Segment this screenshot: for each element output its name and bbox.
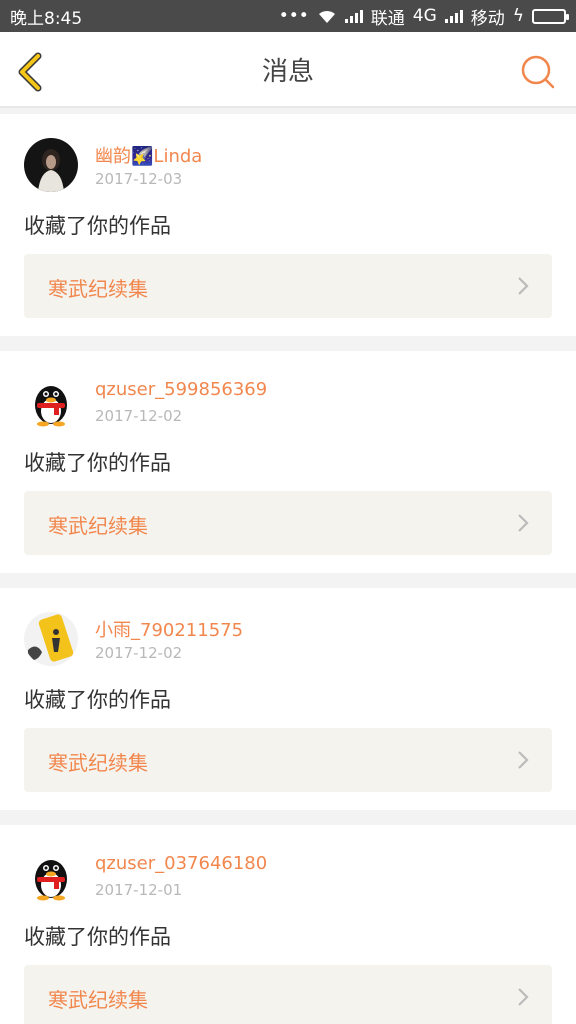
message-list: 幽韵🌠Linda 2017-12-03 收藏了你的作品 寒武纪续集 qzuser… bbox=[0, 114, 576, 1024]
status-time: 晚上8:45 bbox=[10, 8, 83, 29]
back-button[interactable] bbox=[14, 52, 48, 92]
message-date: 2017-12-01 bbox=[95, 881, 183, 899]
message-text: 收藏了你的作品 bbox=[24, 688, 171, 712]
message-text: 收藏了你的作品 bbox=[24, 451, 171, 475]
message-card: qzuser_037646180 2017-12-01 收藏了你的作品 寒武纪续… bbox=[0, 825, 576, 1024]
work-link[interactable]: 寒武纪续集 bbox=[24, 491, 552, 555]
work-title: 寒武纪续集 bbox=[48, 988, 148, 1012]
page-title: 消息 bbox=[261, 56, 314, 87]
username[interactable]: 小雨_790211575 bbox=[95, 616, 243, 642]
signal-icon bbox=[344, 9, 363, 23]
message-card: 小雨_790211575 2017-12-02 收藏了你的作品 寒武纪续集 bbox=[0, 588, 576, 810]
search-icon bbox=[521, 55, 555, 89]
status-bar: 晚上8:45 ••• 联通 4G 移动 ϟ bbox=[0, 0, 576, 32]
message-text: 收藏了你的作品 bbox=[24, 925, 171, 949]
work-link[interactable]: 寒武纪续集 bbox=[24, 728, 552, 792]
work-link[interactable]: 寒武纪续集 bbox=[24, 965, 552, 1024]
message-card: 幽韵🌠Linda 2017-12-03 收藏了你的作品 寒武纪续集 bbox=[0, 114, 576, 336]
more-dots-icon: ••• bbox=[278, 6, 309, 26]
chevron-right-icon bbox=[518, 514, 529, 532]
qq-penguin-icon bbox=[24, 849, 78, 903]
avatar[interactable] bbox=[24, 612, 78, 666]
avatar[interactable] bbox=[24, 138, 78, 192]
username[interactable]: 幽韵🌠Linda bbox=[95, 142, 202, 168]
photo-avatar-icon bbox=[24, 138, 78, 192]
chevron-right-icon bbox=[518, 751, 529, 769]
chevron-right-icon bbox=[518, 988, 529, 1006]
work-title: 寒武纪续集 bbox=[48, 514, 148, 538]
message-card: qzuser_599856369 2017-12-02 收藏了你的作品 寒武纪续… bbox=[0, 351, 576, 573]
chevron-left-icon bbox=[18, 52, 42, 92]
photo-avatar-icon bbox=[24, 612, 78, 666]
signal-icon bbox=[444, 9, 463, 23]
avatar[interactable] bbox=[24, 849, 78, 903]
wifi-icon bbox=[318, 10, 335, 23]
work-link[interactable]: 寒武纪续集 bbox=[24, 254, 552, 318]
charging-icon: ϟ bbox=[512, 6, 524, 26]
qq-penguin-icon bbox=[24, 375, 78, 429]
message-date: 2017-12-03 bbox=[95, 170, 183, 188]
avatar[interactable] bbox=[24, 375, 78, 429]
username[interactable]: qzuser_037646180 bbox=[95, 853, 267, 874]
work-title: 寒武纪续集 bbox=[48, 751, 148, 775]
search-button[interactable] bbox=[520, 54, 556, 90]
carrier-2: 移动 bbox=[470, 8, 505, 29]
network-type: 4G bbox=[412, 6, 437, 26]
status-icons: ••• 联通 4G 移动 ϟ bbox=[278, 4, 569, 29]
chevron-right-icon bbox=[518, 277, 529, 295]
username[interactable]: qzuser_599856369 bbox=[95, 379, 267, 400]
message-date: 2017-12-02 bbox=[95, 407, 183, 425]
message-date: 2017-12-02 bbox=[95, 644, 183, 662]
carrier-1: 联通 bbox=[370, 8, 405, 29]
top-navigation-bar: 消息 bbox=[0, 32, 576, 108]
message-text: 收藏了你的作品 bbox=[24, 214, 171, 238]
battery-icon bbox=[532, 8, 569, 24]
work-title: 寒武纪续集 bbox=[48, 277, 148, 301]
